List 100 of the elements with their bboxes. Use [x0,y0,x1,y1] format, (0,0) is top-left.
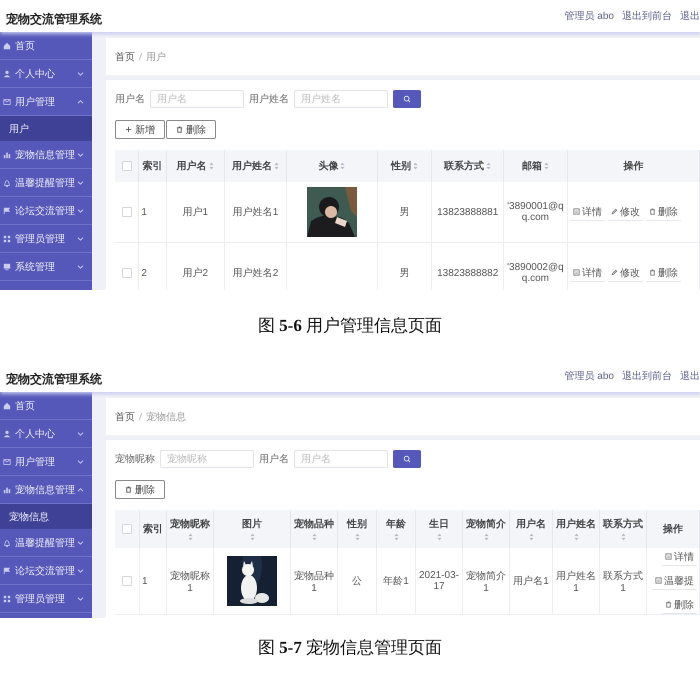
sort-icon[interactable] [208,162,214,170]
header-link[interactable]: 退出 [680,9,700,23]
bell-icon [3,178,11,186]
column-header[interactable]: 索引 [138,150,166,182]
column-header[interactable]: 用户名 [166,150,224,182]
search-icon [403,95,411,103]
column-header[interactable]: 生日 [416,510,462,548]
column-header[interactable]: 联系方式 [432,150,504,182]
sort-icon[interactable] [528,533,534,541]
checkbox[interactable] [122,576,132,586]
column-header[interactable]: 图片 [214,510,290,548]
delete-button[interactable]: 删除 [115,480,165,499]
table-cell: 13823888881 [432,182,504,242]
column-header[interactable]: 操作 [646,510,700,548]
checkbox[interactable] [122,268,132,278]
bell-icon [3,538,11,546]
person-icon [3,430,11,438]
column-header[interactable]: 用户名 [510,510,552,548]
flag-icon [3,206,11,214]
table-cell: 男 [377,242,432,290]
column-header[interactable]: 宠物昵称 [166,510,214,548]
column-header[interactable]: 索引 [140,510,166,548]
trash-icon [176,126,183,133]
header-link[interactable]: 管理员 abo [564,9,614,23]
column-header[interactable]: 邮箱 [503,150,568,182]
table-cell: '3890001@qq.com [503,182,568,242]
sidebar-subitem[interactable]: 宠物信息 [0,504,92,529]
table-cell: 2021-03-17 [416,548,462,614]
pencil-icon [610,269,618,276]
table-cell: 男 [377,182,432,242]
header-link[interactable]: 管理员 abo [564,369,614,383]
column-header[interactable]: 年龄 [376,510,416,548]
grid-icon [3,594,11,602]
mail-icon [3,98,11,106]
header-link[interactable]: 退出到前台 [622,9,672,23]
delete-button[interactable]: 删除 [166,120,216,139]
sort-icon[interactable] [620,533,626,541]
breadcrumb-link[interactable]: 首页 [115,410,135,424]
app-title: 宠物交流管理系统 [5,10,102,28]
search-field[interactable]: 用户名 [150,90,244,108]
header-link[interactable]: 退出 [680,369,700,383]
table-cell: 用户1 [166,182,224,242]
add-button[interactable]: 新增 [115,120,165,139]
home-icon [3,42,11,50]
bar-chart-icon [3,150,11,158]
column-header[interactable]: 头像 [286,150,378,182]
checkbox[interactable] [122,206,132,217]
table-cell: 年龄1 [376,548,416,614]
column-header[interactable]: 性别 [377,150,432,182]
bar-chart-icon [3,486,11,494]
table-cell: 宠物昵称1 [166,548,214,614]
sort-icon[interactable] [413,162,418,170]
sort-icon[interactable] [188,533,192,541]
sidebar-subitem[interactable]: 用户 [0,116,92,141]
table-cell: 用户姓名2 [224,242,287,290]
column-header[interactable]: 用户姓名 [552,510,600,548]
search-field[interactable]: 用户姓名 [294,90,388,108]
document-icon [665,553,672,560]
field-label: 用户姓名 [249,92,289,106]
sort-icon[interactable] [544,162,549,170]
field-label: 宠物昵称 [115,452,155,466]
figure-caption: 图 5-7 宠物信息管理页面 [258,637,442,659]
search-field[interactable]: 宠物昵称 [160,450,254,468]
sort-icon[interactable] [354,533,360,541]
table-cell: 用户姓名1 [224,182,287,242]
column-header[interactable]: 用户姓名 [224,150,287,182]
sort-icon[interactable] [394,533,398,541]
sort-icon[interactable] [574,533,578,541]
search-button[interactable] [393,90,421,108]
sort-icon[interactable] [312,533,316,541]
column-header[interactable]: 宠物品种 [290,510,338,548]
column-header[interactable]: 操作 [567,150,700,182]
checkbox[interactable] [122,524,132,534]
column-header[interactable]: 性别 [338,510,376,548]
sort-icon[interactable] [250,533,254,541]
app-title: 宠物交流管理系统 [5,370,102,388]
table-cell: 联系方式1 [600,548,646,614]
plus-icon [125,126,132,133]
sort-icon[interactable] [484,533,488,541]
sort-icon[interactable] [274,162,279,170]
field-label: 用户名 [115,92,145,106]
breadcrumb-link[interactable]: 首页 [115,50,135,64]
header-link[interactable]: 退出到前台 [622,369,672,383]
person-icon [3,70,11,78]
column-header[interactable]: 联系方式 [600,510,646,548]
table-cell: 13823888882 [432,242,504,290]
sort-icon[interactable] [340,162,346,170]
checkbox[interactable] [122,160,132,171]
search-button[interactable] [393,450,421,468]
table-cell: 1 [138,182,166,242]
sort-icon[interactable] [486,162,492,170]
search-field[interactable]: 用户名 [294,450,388,468]
trash-icon [125,486,132,493]
table-cell: 宠物简介1 [462,548,510,614]
sort-icon[interactable] [436,533,442,541]
table-cell: 1 [140,548,166,614]
table-cell: 宠物品种1 [290,548,338,614]
field-label: 用户名 [259,452,289,466]
table-cell: 用户2 [166,242,224,290]
column-header[interactable]: 宠物简介 [462,510,510,548]
